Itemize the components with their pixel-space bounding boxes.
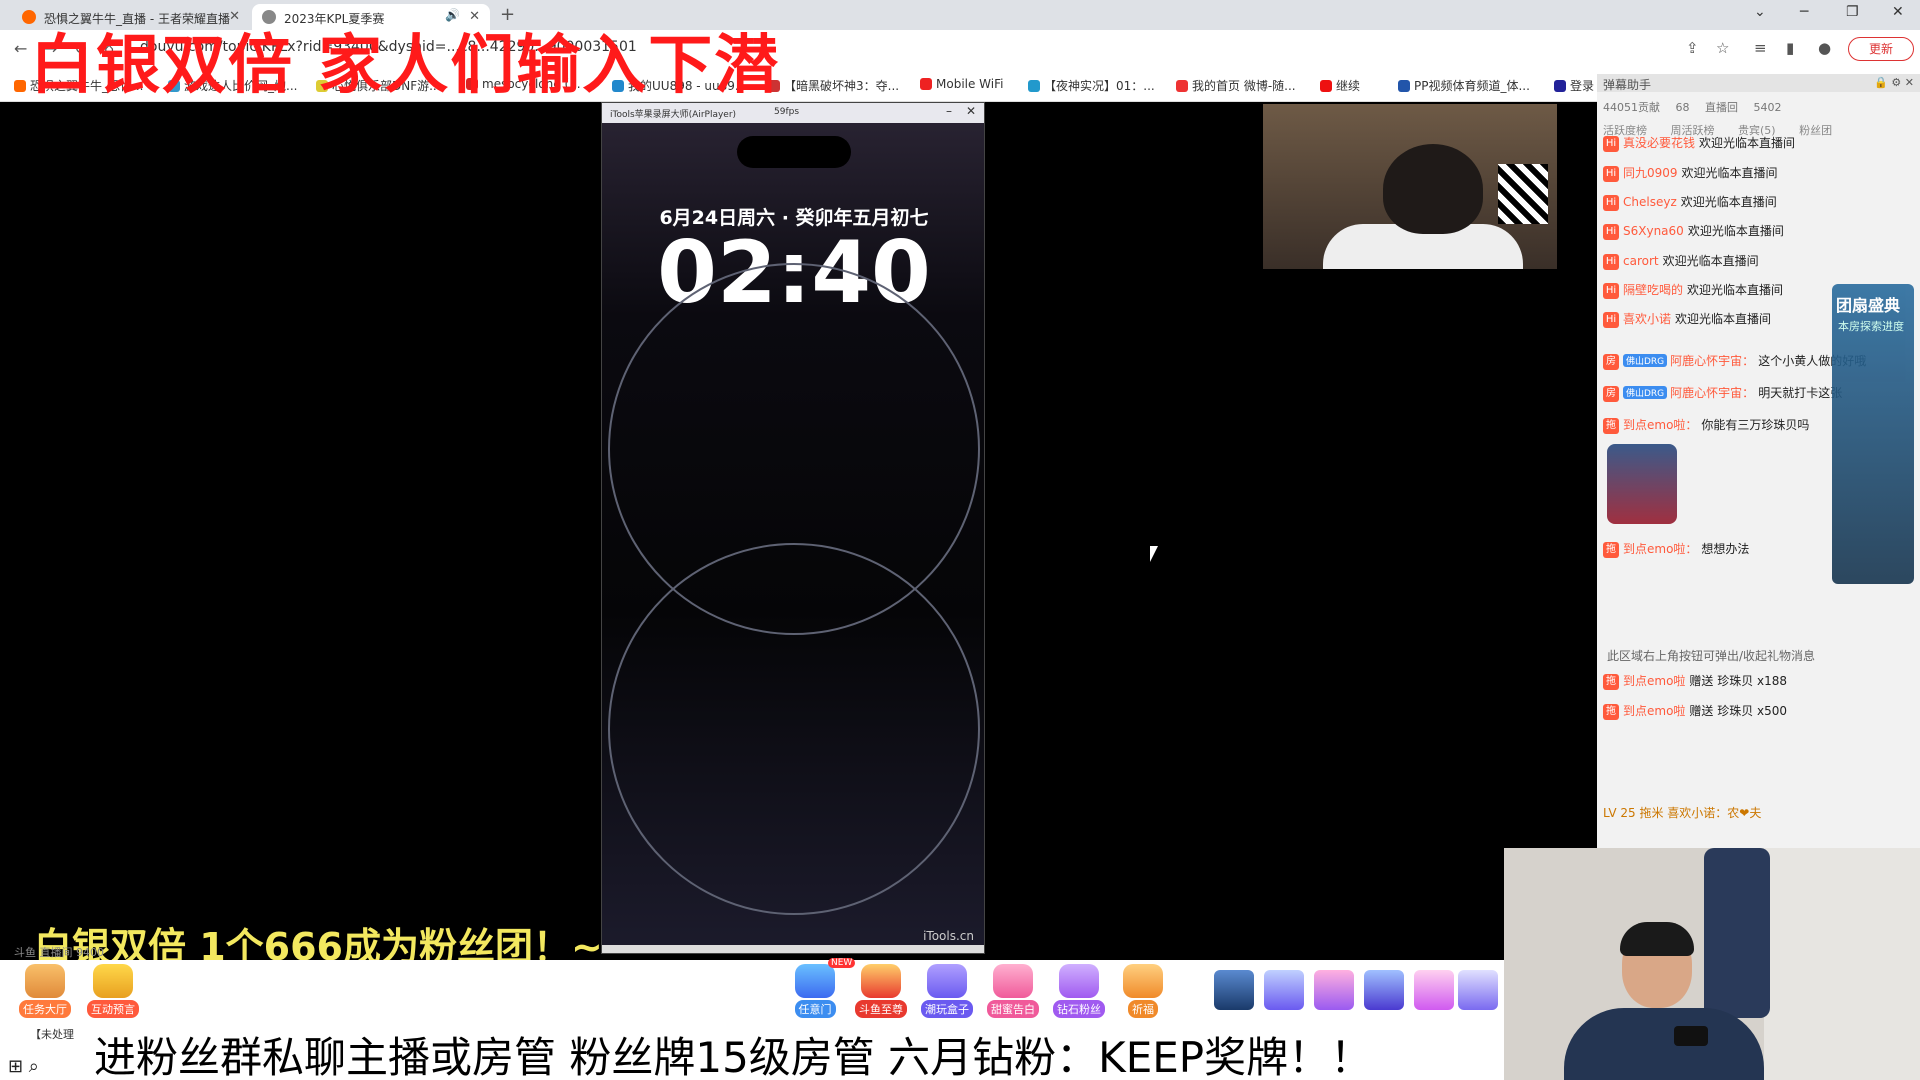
chat-message: Hi 隔壁吃喝的 欢迎光临本直播间: [1603, 281, 1783, 303]
dynamic-island: [737, 136, 851, 168]
profile-icon[interactable]: ●: [1818, 39, 1831, 57]
bookmark-item[interactable]: 我的首页 微博-随...: [1176, 77, 1296, 94]
chat-message: Hi 真没必要花钱 欢迎光临本直播间: [1603, 134, 1795, 156]
bottom-toolbar: 任务大厅 互动预言 任意门 NEW 斗鱼至尊 潮玩盒子 甜蜜告白 钻石粉丝 祈福: [0, 958, 1504, 1022]
room-watermark: 斗鱼 直播间 9400: [14, 946, 104, 959]
cam-person: [1564, 1008, 1764, 1080]
lantern-icon: [1123, 964, 1163, 998]
chat-level-line: LV 25 拖米 喜欢小诺：农❤夫: [1603, 806, 1762, 820]
viewer-stat: 68: [1675, 101, 1690, 114]
task-hall-icon: [25, 964, 65, 998]
gift-box-icon: [927, 964, 967, 998]
chat-stats: 44051贡献 68 直播回 5402: [1597, 92, 1920, 120]
confession-button[interactable]: 甜蜜告白: [984, 964, 1042, 1018]
minimize-icon[interactable]: ─: [1800, 4, 1808, 20]
wallpaper-ring: [608, 543, 980, 915]
portal-icon: [795, 964, 835, 998]
supreme-button[interactable]: 斗鱼至尊: [852, 964, 910, 1018]
prediction-button[interactable]: 互动预言: [84, 964, 142, 1018]
close-icon[interactable]: ✕: [966, 104, 976, 118]
update-button[interactable]: 更新: [1848, 37, 1914, 61]
gift-item[interactable]: [1414, 970, 1454, 1010]
windows-start-icon[interactable]: ⊞ ⌕: [8, 1056, 39, 1077]
chat-message: 房佛山DRG 阿鹿心怀宇宙： 明天就打卡这张: [1603, 384, 1842, 406]
back-icon[interactable]: ←: [14, 39, 27, 58]
contribution-stat[interactable]: 44051贡献: [1603, 101, 1660, 114]
bookmark-star-icon[interactable]: ☆: [1716, 39, 1729, 57]
gift-item[interactable]: [1364, 970, 1404, 1010]
mirror-title: iTools苹果录屏大师(AirPlayer): [610, 110, 737, 120]
gift-toggle-hint: 此区域右上角按钮可弹出/收起礼物消息: [1607, 649, 1816, 663]
gift-item[interactable]: [1264, 970, 1304, 1010]
chat-message: Hi 同九0909 欢迎光临本直播间: [1603, 164, 1778, 186]
avatar-animation: [1607, 444, 1677, 524]
gift-message: 拖到点emo啦 赠送 珍珠贝 x188: [1603, 672, 1787, 694]
cam-phone: [1674, 1026, 1708, 1046]
gift-item[interactable]: [1314, 970, 1354, 1010]
lock-icon[interactable]: 🔒 ⚙ ✕: [1874, 76, 1914, 89]
bookmark-item[interactable]: PP视频体育频道_体...: [1398, 77, 1530, 94]
fps-counter: 59fps: [774, 107, 800, 117]
chat-message: 拖到点emo啦： 想想办法: [1603, 540, 1749, 562]
toy-box-button[interactable]: 潮玩盒子: [918, 964, 976, 1018]
webcam-top: [1263, 104, 1557, 269]
diamond-fan-button[interactable]: 钻石粉丝: [1050, 964, 1108, 1018]
tab-search-icon[interactable]: ⌄: [1754, 4, 1766, 20]
bookmark-item[interactable]: 登录: [1554, 77, 1594, 94]
cam-chair: [1704, 848, 1770, 1018]
restore-icon[interactable]: ❐: [1846, 4, 1859, 20]
stream-overlay-title: 白银双倍 家人们输入下潜: [30, 29, 781, 103]
phone-mirror-window: iTools苹果录屏大师(AirPlayer) 59fps – ✕ 6月24日周…: [601, 102, 985, 954]
cam-person-hair: [1620, 922, 1694, 956]
webcam-bottom: [1504, 848, 1920, 1080]
chat-message: Hi S6Xyna60 欢迎光临本直播间: [1603, 222, 1784, 244]
chat-header: 弹幕助手 🔒 ⚙ ✕: [1597, 74, 1920, 92]
tab-fan-club[interactable]: 粉丝团: [1799, 124, 1832, 137]
portal-button[interactable]: 任意门: [786, 964, 844, 1018]
crown-icon: [861, 964, 901, 998]
chat-header-title: 弹幕助手: [1603, 78, 1652, 92]
cam-person-head: [1383, 144, 1483, 234]
share-icon[interactable]: ⇪: [1686, 39, 1699, 57]
chat-message: Hi Chelseyz 欢迎光临本直播间: [1603, 193, 1777, 215]
event-subtitle: 本房探索进度: [1838, 320, 1904, 333]
gift-item[interactable]: [1214, 970, 1254, 1010]
replay-stat[interactable]: 直播回: [1705, 101, 1738, 114]
likes-stat: 5402: [1753, 101, 1782, 114]
reading-list-icon[interactable]: ≡: [1754, 39, 1767, 57]
diamond-icon: [1059, 964, 1099, 998]
mouse-cursor-icon: [1150, 546, 1158, 562]
mirror-titlebar: iTools苹果录屏大师(AirPlayer) 59fps – ✕: [602, 103, 984, 123]
prediction-icon: [93, 964, 133, 998]
chat-message: 房佛山DRG 阿鹿心怀宇宙： 这个小黄人做的好哦: [1603, 352, 1866, 374]
minimize-icon[interactable]: –: [946, 104, 952, 118]
chat-message: 拖到点emo啦： 你能有三万珍珠贝吗: [1603, 416, 1809, 438]
screen: 恐惧之翼牛牛_直播 - 王者荣耀直播 ✕ 2023年KPL夏季赛 🔊 ✕ + ⌄…: [0, 0, 1920, 1080]
blessing-button[interactable]: 祈福: [1114, 964, 1172, 1018]
chat-message: Hi 喜欢小诺 欢迎光临本直播间: [1603, 310, 1771, 332]
gift-message: 拖到点emo啦 赠送 珍珠贝 x500: [1603, 702, 1787, 724]
cam-background: [1498, 164, 1548, 224]
chat-message: Hi carort 欢迎光临本直播间: [1603, 252, 1759, 274]
sidebar-icon[interactable]: ▮: [1786, 39, 1794, 57]
itools-brand: iTools.cn: [923, 929, 974, 943]
task-hall-button[interactable]: 任务大厅: [16, 964, 74, 1018]
bookmark-item[interactable]: 【夜神实况】01：...: [1028, 77, 1155, 94]
event-panel[interactable]: 团扇盛典 本房探索进度: [1832, 284, 1914, 584]
bookmark-item[interactable]: 【暗黑破坏神3：夺...: [768, 77, 899, 94]
bookmark-item[interactable]: Mobile WiFi: [920, 77, 1003, 91]
notice-text: 【未处理: [30, 1028, 74, 1041]
bookmark-item[interactable]: 继续: [1320, 77, 1360, 94]
gift-item[interactable]: [1458, 970, 1498, 1010]
chat-panel: 弹幕助手 🔒 ⚙ ✕ 44051贡献 68 直播回 5402 活跃度榜 周活跃榜…: [1597, 74, 1920, 849]
stream-bottom-text: 进粉丝群私聊主播或房管 粉丝牌15级房管 六月钻粉：KEEP奖牌！！: [94, 1033, 1373, 1080]
home-indicator: [602, 945, 984, 953]
heart-icon: [993, 964, 1033, 998]
window-close-icon[interactable]: ✕: [1892, 4, 1904, 20]
cam-background: [1764, 848, 1920, 1080]
event-title: 团扇盛典: [1836, 296, 1901, 315]
